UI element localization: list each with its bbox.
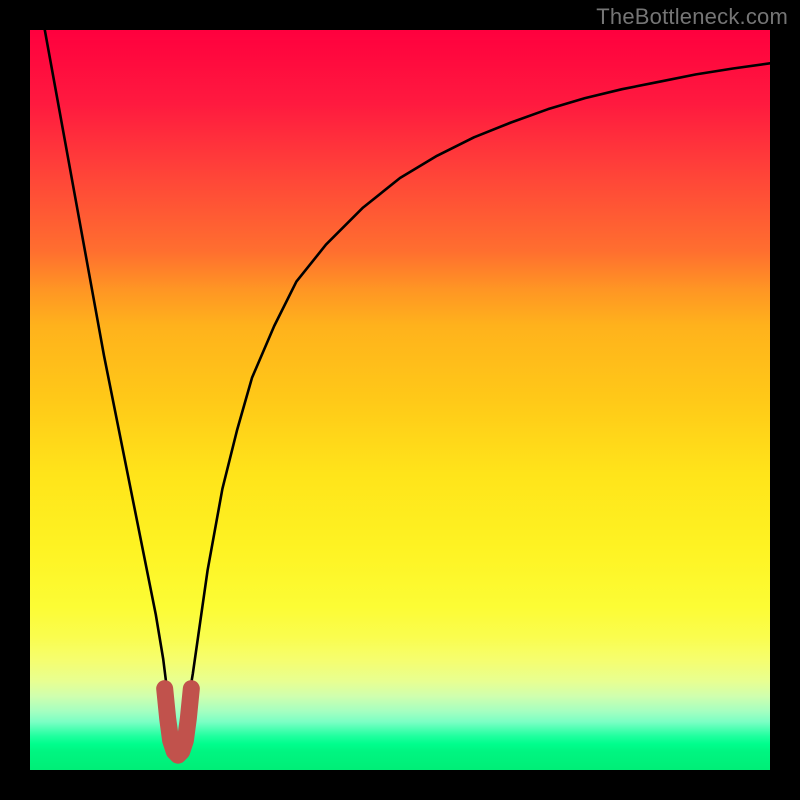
highlight-marker [30,30,770,770]
watermark-text: TheBottleneck.com [596,4,788,30]
chart-frame: TheBottleneck.com [0,0,800,800]
plot-area [30,30,770,770]
